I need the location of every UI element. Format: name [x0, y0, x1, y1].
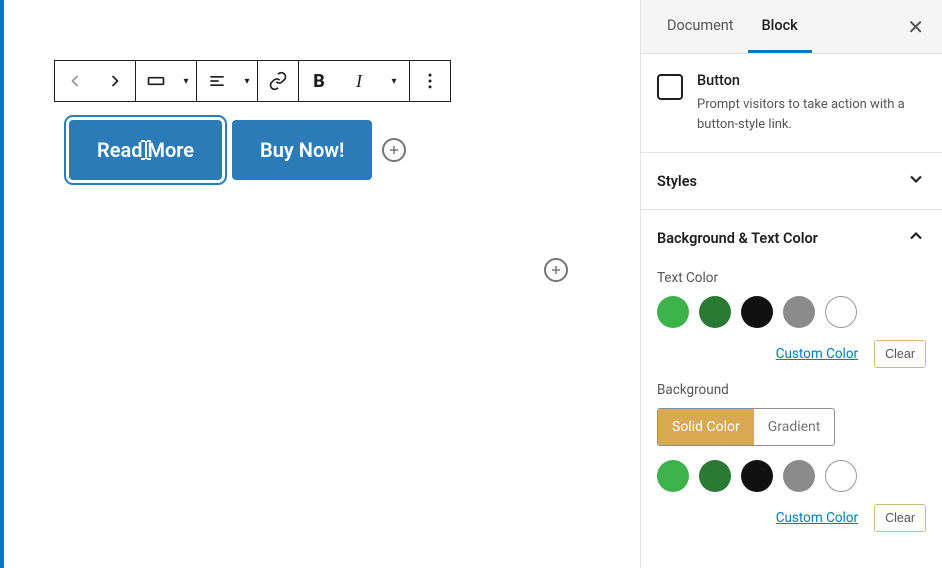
chevron-up-icon [906, 226, 926, 250]
swatch-bg-gray[interactable] [783, 460, 815, 492]
toolbar-more-button[interactable] [410, 61, 450, 101]
close-sidebar-button[interactable]: ✕ [901, 11, 930, 43]
toolbar-italic-button[interactable]: I [339, 61, 379, 101]
settings-sidebar: Document Block ✕ Button Prompt visitors … [640, 0, 942, 568]
text-color-label: Text Color [657, 270, 926, 286]
panel-styles: Styles [641, 153, 942, 210]
panel-bg-text-title: Background & Text Color [657, 230, 818, 247]
panel-bg-text-toggle[interactable]: Background & Text Color [641, 210, 942, 266]
background-label: Background [657, 382, 926, 398]
toolbar-bold-button[interactable]: B [299, 61, 339, 101]
swatch-bg-white[interactable] [825, 460, 857, 492]
text-custom-color-link[interactable]: Custom Color [776, 346, 858, 362]
add-block-button[interactable] [544, 258, 568, 282]
buttons-block: Read More Buy Now! [69, 120, 406, 180]
block-toolbar: ▾ ▾ B I ▾ [54, 60, 451, 102]
toolbar-link-button[interactable] [258, 61, 298, 101]
toolbar-block-type-caret[interactable]: ▾ [176, 61, 196, 101]
block-description: Prompt visitors to take action with a bu… [697, 95, 926, 134]
toolbar-format-caret[interactable]: ▾ [379, 61, 409, 101]
add-button-inline[interactable] [382, 138, 406, 162]
swatch-text-green-light[interactable] [657, 296, 689, 328]
editor-canvas[interactable]: ▾ ▾ B I ▾ [0, 0, 640, 568]
swatch-bg-green-dark[interactable] [699, 460, 731, 492]
close-icon: ✕ [907, 15, 924, 39]
tab-document[interactable]: Document [653, 1, 748, 53]
toolbar-next-button[interactable] [95, 61, 135, 101]
swatch-text-black[interactable] [741, 296, 773, 328]
block-header: Button Prompt visitors to take action wi… [641, 54, 942, 153]
toolbar-block-type-button[interactable] [136, 61, 176, 101]
chevron-down-icon [906, 169, 926, 193]
bg-tab-gradient[interactable]: Gradient [754, 409, 835, 445]
button-block-icon [657, 74, 683, 100]
background-swatches [657, 460, 926, 492]
button-read-more[interactable]: Read More [69, 120, 222, 180]
panel-styles-title: Styles [657, 173, 697, 190]
tab-block[interactable]: Block [748, 1, 812, 53]
button-read-more-label: Read More [97, 138, 194, 162]
swatch-text-white[interactable] [825, 296, 857, 328]
toolbar-align-button[interactable] [197, 61, 237, 101]
background-type-tabs: Solid Color Gradient [657, 408, 835, 446]
bg-custom-color-link[interactable]: Custom Color [776, 510, 858, 526]
button-buy-now[interactable]: Buy Now! [232, 120, 372, 180]
panel-styles-toggle[interactable]: Styles [641, 153, 942, 209]
toolbar-prev-button[interactable] [55, 61, 95, 101]
swatch-text-gray[interactable] [783, 296, 815, 328]
swatch-bg-black[interactable] [741, 460, 773, 492]
toolbar-align-caret[interactable]: ▾ [237, 61, 257, 101]
panel-bg-text-color: Background & Text Color Text Color Custo… [641, 210, 942, 554]
button-buy-now-label: Buy Now! [260, 138, 344, 162]
text-clear-button[interactable]: Clear [874, 340, 926, 368]
swatch-bg-green-light[interactable] [657, 460, 689, 492]
bg-tab-solid[interactable]: Solid Color [658, 409, 754, 445]
swatch-text-green-dark[interactable] [699, 296, 731, 328]
block-title: Button [697, 72, 926, 89]
bg-clear-button[interactable]: Clear [874, 504, 926, 532]
sidebar-tabs: Document Block ✕ [641, 0, 942, 54]
text-color-swatches [657, 296, 926, 328]
